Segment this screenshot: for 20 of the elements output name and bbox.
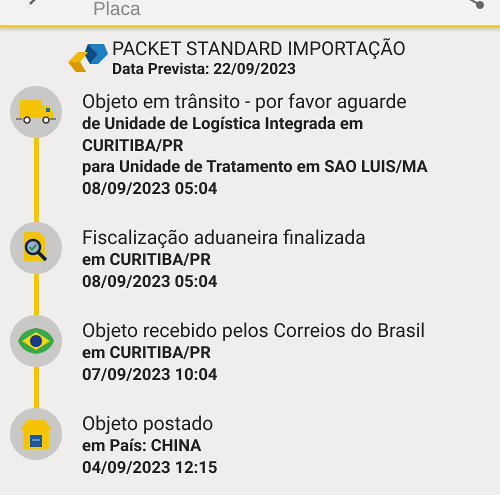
event-detail: 08/09/2023 05:04: [82, 272, 218, 293]
service-name: PACKET STANDARD IMPORTAÇÃO: [112, 38, 406, 60]
event-detail: em País: CHINA: [82, 436, 202, 458]
search-field[interactable]: Placa: [93, 0, 293, 22]
event-title: Objeto postado: [82, 412, 214, 436]
event-title: Fiscalização aduaneira finalizada: [82, 226, 367, 250]
logo-icon: [68, 42, 108, 74]
search-bar[interactable]: Placa: [0, 0, 500, 28]
event-detail: em CURITIBA/PR: [82, 343, 212, 364]
event-detail: 07/09/2023 10:04: [82, 364, 218, 386]
event-detail: 04/09/2023 12:15: [82, 458, 218, 479]
flag-icon: [16, 326, 56, 356]
forecast-date: Data Prevista: 22/09/2023: [112, 60, 297, 78]
event-title: Objeto em trânsito - por favor aguarde: [82, 90, 408, 114]
event-title: Objeto recebido pelos Correios do Brasil: [82, 319, 426, 343]
event-detail: em CURITIBA/PR: [82, 250, 212, 272]
store-icon: [19, 418, 53, 450]
truck-icon: [16, 98, 56, 126]
event-detail: para Unidade de Tratamento em SAO LUIS/MA: [82, 157, 429, 178]
event-detail: 08/09/2023 05:04: [82, 178, 218, 200]
